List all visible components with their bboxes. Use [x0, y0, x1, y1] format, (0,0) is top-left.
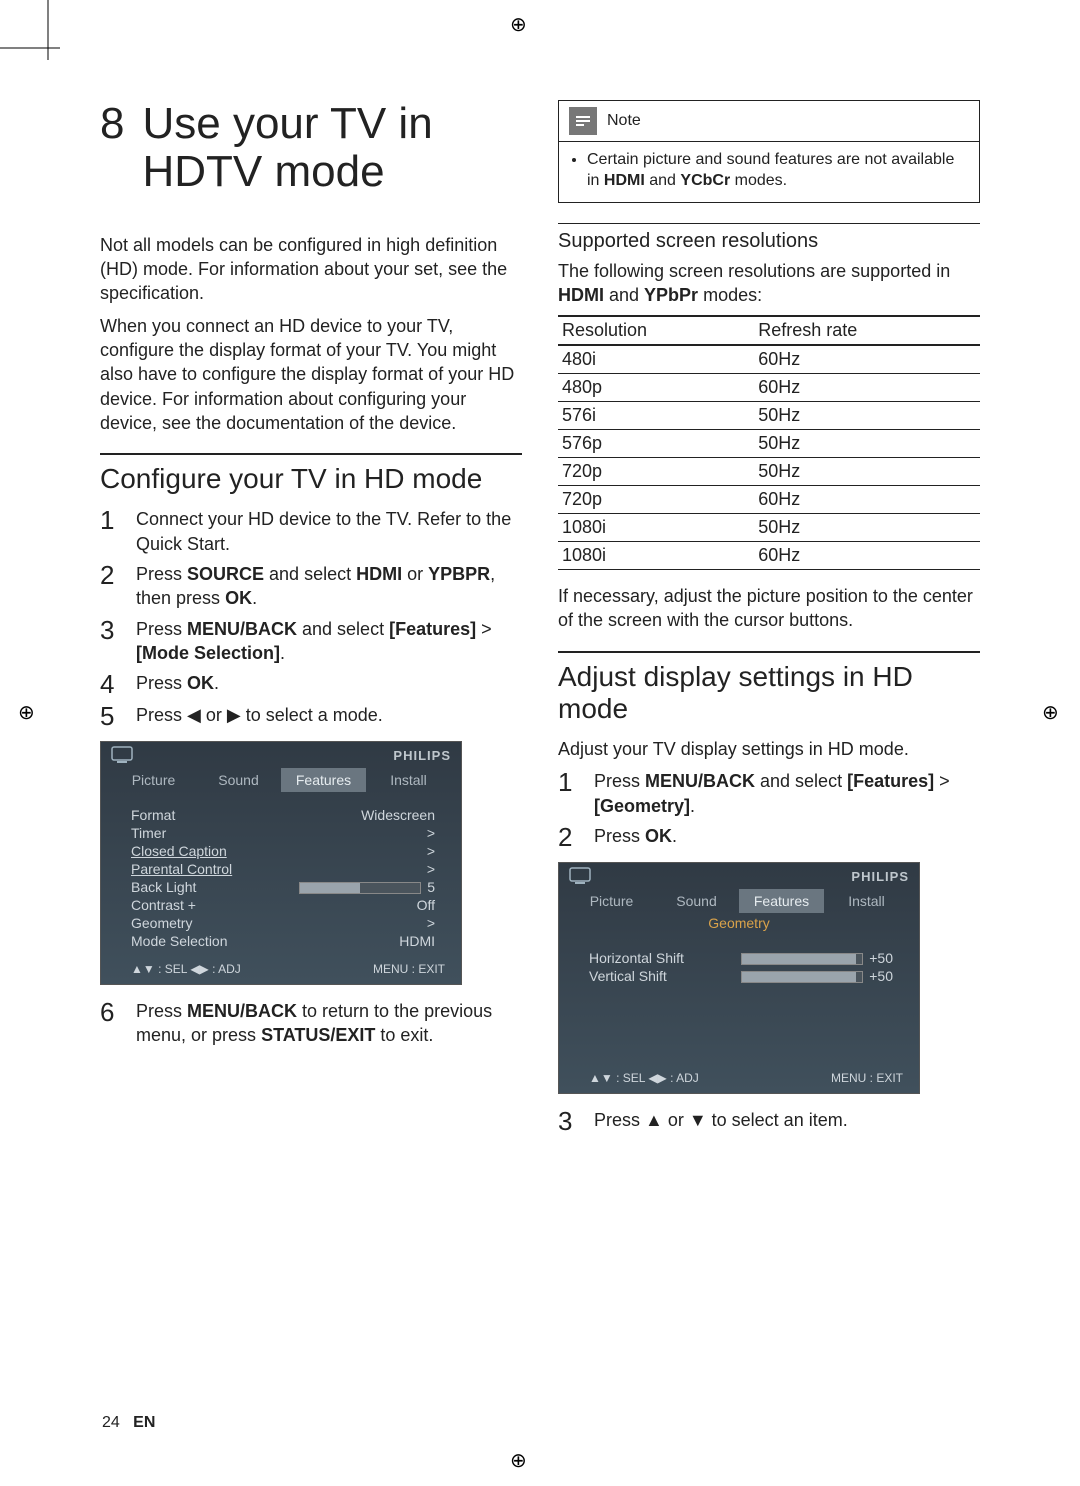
osd-row-contrast-val: Off — [417, 897, 435, 913]
osd-row-format: Format — [131, 807, 175, 823]
osd-foot-right: MENU : EXIT — [831, 1071, 903, 1085]
osd-row-vshift: Vertical Shift — [589, 968, 667, 984]
resolutions-after: If necessary, adjust the picture positio… — [558, 584, 980, 633]
subsection-resolutions: Supported screen resolutions — [558, 223, 980, 253]
osd-brand: PHILIPS — [393, 748, 451, 763]
table-row: 1080i50Hz — [558, 514, 980, 542]
configure-steps: 1Connect your HD device to the TV. Refer… — [100, 507, 522, 729]
osd-foot-left: ▲▼ : SEL ◀▶ : ADJ — [131, 962, 241, 976]
resolution-table: ResolutionRefresh rate 480i60Hz 480p60Hz… — [558, 315, 980, 570]
table-row: 480i60Hz — [558, 345, 980, 374]
configure-step6-list: 6Press MENU/BACK to return to the previo… — [100, 999, 522, 1048]
osd-row-cc-val: > — [427, 843, 435, 859]
table-row: 720p60Hz — [558, 486, 980, 514]
step-4: Press OK. — [136, 671, 522, 697]
osd-menu-features: PHILIPS Picture Sound Features Install F… — [100, 741, 462, 985]
step-3: Press MENU/BACK and select [Features] > … — [136, 617, 522, 666]
osd-row-parental: Parental Control — [131, 861, 232, 877]
adjust-lead: Adjust your TV display settings in HD mo… — [558, 737, 980, 761]
osd-row-cc: Closed Caption — [131, 843, 227, 859]
osd-row-vshift-val: +50 — [741, 968, 893, 984]
res-h1: Resolution — [558, 316, 754, 345]
osd-brand: PHILIPS — [851, 869, 909, 884]
res-h2: Refresh rate — [754, 316, 980, 345]
tv-icon — [111, 746, 133, 764]
osd-tab-features: Features — [281, 768, 366, 792]
osd-row-hshift-val: +50 — [741, 950, 893, 966]
osd-subtitle: Geometry — [559, 913, 919, 935]
osd-row-backlight: Back Light — [131, 879, 196, 895]
section-adjust-title: Adjust display settings in HD mode — [558, 651, 980, 725]
osd-tab-sound: Sound — [196, 768, 281, 792]
adjust-steps: 1Press MENU/BACK and select [Features] >… — [558, 769, 980, 850]
note-label: Note — [607, 112, 641, 130]
step-1: Connect your HD device to the TV. Refer … — [136, 507, 522, 556]
step-2: Press SOURCE and select HDMI or YPBPR, t… — [136, 562, 522, 611]
tv-icon — [569, 867, 591, 885]
adj-step-1: Press MENU/BACK and select [Features] > … — [594, 769, 980, 818]
adj-step-3: Press ▲ or ▼ to select an item. — [594, 1108, 980, 1134]
osd-tab-features: Features — [739, 889, 824, 913]
osd-menu-geometry: PHILIPS Picture Sound Features Install G… — [558, 862, 920, 1094]
chapter-title: Use your TV in HDTV mode — [142, 100, 522, 197]
page-footer: 24 EN — [102, 1414, 155, 1432]
osd-row-parental-val: > — [427, 861, 435, 877]
osd-row-mode-val: HDMI — [399, 933, 435, 949]
intro-p1: Not all models can be configured in high… — [100, 233, 522, 306]
note-box: Note Certain picture and sound features … — [558, 100, 980, 203]
intro-p2: When you connect an HD device to your TV… — [100, 314, 522, 435]
osd-row-contrast: Contrast + — [131, 897, 196, 913]
table-row: 720p50Hz — [558, 458, 980, 486]
osd-tab-install: Install — [366, 768, 451, 792]
osd-foot-left: ▲▼ : SEL ◀▶ : ADJ — [589, 1071, 699, 1085]
reg-mark-bottom-icon: ⊕ — [510, 1448, 527, 1473]
osd-row-geometry-val: > — [427, 915, 435, 931]
page-lang: EN — [133, 1414, 155, 1431]
osd-foot-right: MENU : EXIT — [373, 962, 445, 976]
chapter-heading: 8 Use your TV in HDTV mode — [100, 100, 522, 197]
osd-row-hshift: Horizontal Shift — [589, 950, 684, 966]
table-row: 1080i60Hz — [558, 542, 980, 570]
note-text: Certain picture and sound features are n… — [587, 150, 967, 192]
resolutions-lead: The following screen resolutions are sup… — [558, 259, 980, 308]
osd-tab-sound: Sound — [654, 889, 739, 913]
step-5: Press ◀ or ▶ to select a mode. — [136, 703, 522, 729]
osd-row-timer-val: > — [427, 825, 435, 841]
osd-row-backlight-val: 5 — [299, 879, 435, 895]
osd-row-format-val: Widescreen — [361, 807, 435, 823]
note-icon — [569, 107, 597, 135]
osd-row-geometry: Geometry — [131, 915, 192, 931]
osd-tab-picture: Picture — [111, 768, 196, 792]
chapter-number: 8 — [100, 100, 124, 148]
osd-row-timer: Timer — [131, 825, 166, 841]
table-row: 480p60Hz — [558, 374, 980, 402]
page-number: 24 — [102, 1414, 120, 1431]
adjust-step3-list: 3Press ▲ or ▼ to select an item. — [558, 1108, 980, 1134]
osd-row-mode: Mode Selection — [131, 933, 228, 949]
table-row: 576p50Hz — [558, 430, 980, 458]
table-row: 576i50Hz — [558, 402, 980, 430]
adj-step-2: Press OK. — [594, 824, 980, 850]
osd-tab-install: Install — [824, 889, 909, 913]
step-6: Press MENU/BACK to return to the previou… — [136, 999, 522, 1048]
section-configure-title: Configure your TV in HD mode — [100, 453, 522, 495]
osd-tab-picture: Picture — [569, 889, 654, 913]
